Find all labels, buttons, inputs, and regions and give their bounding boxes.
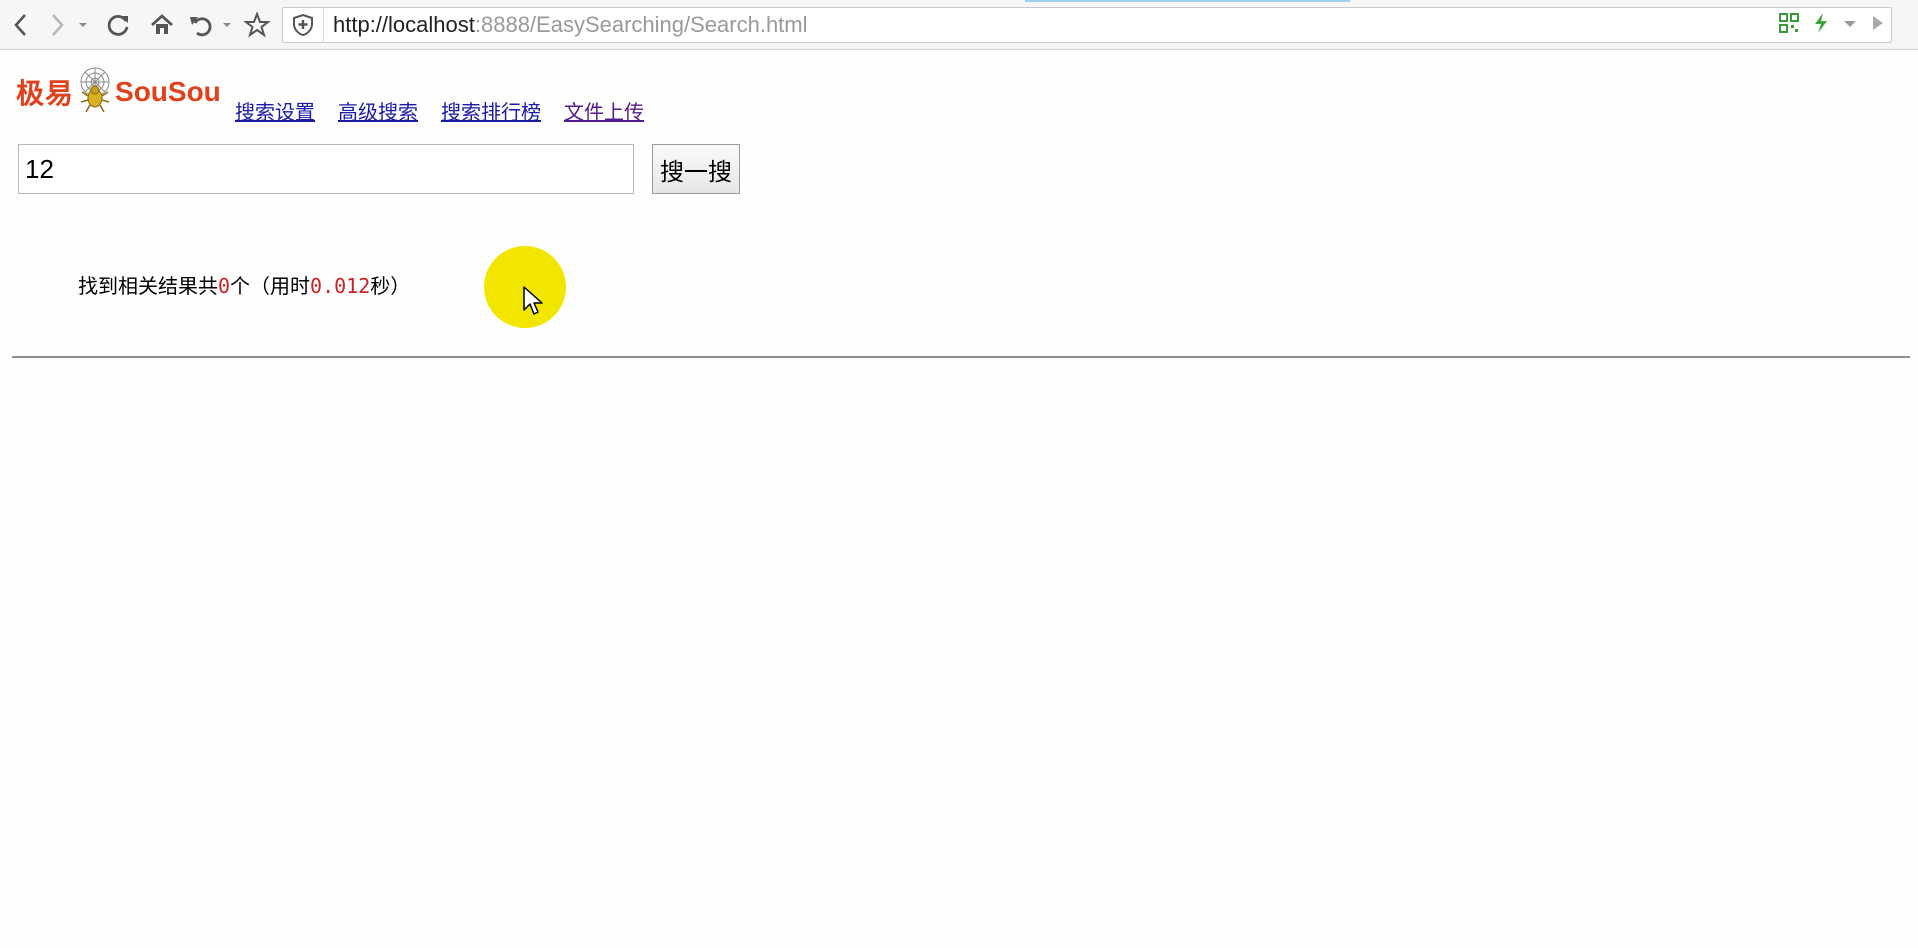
result-prefix: 找到相关结果共 xyxy=(78,274,218,298)
result-suffix: 秒） xyxy=(370,274,411,298)
site-logo[interactable]: 极易 SouSou xyxy=(16,66,221,118)
nav-link-search-settings[interactable]: 搜索设置 xyxy=(235,96,315,125)
shield-icon[interactable] xyxy=(283,8,324,42)
address-bar-actions xyxy=(1779,8,1885,42)
spider-web-icon xyxy=(78,66,112,119)
dropdown-icon[interactable] xyxy=(76,9,90,41)
result-summary: 找到相关结果共0个（用时0.012秒） xyxy=(78,270,410,299)
back-icon[interactable] xyxy=(6,9,36,41)
lightning-icon[interactable] xyxy=(1813,12,1829,39)
mouse-cursor-icon xyxy=(523,286,543,321)
undo-dropdown-icon[interactable] xyxy=(220,9,234,41)
qr-code-icon[interactable] xyxy=(1779,12,1799,38)
search-input[interactable] xyxy=(18,144,634,194)
nav-link-search-ranking[interactable]: 搜索排行榜 xyxy=(441,96,541,125)
undo-icon[interactable] xyxy=(186,9,216,41)
browser-toolbar: http://localhost:8888/EasySearching/Sear… xyxy=(0,0,1918,50)
reload-icon[interactable] xyxy=(102,9,134,41)
url-host: http://localhost xyxy=(333,12,475,37)
chevron-down-icon[interactable] xyxy=(1843,16,1857,34)
url-text[interactable]: http://localhost:8888/EasySearching/Sear… xyxy=(333,14,808,36)
bookmark-star-icon[interactable] xyxy=(241,9,273,41)
divider xyxy=(12,356,1910,358)
play-icon[interactable] xyxy=(1871,14,1885,37)
forward-icon[interactable] xyxy=(42,9,72,41)
logo-text-en: SouSou xyxy=(115,76,221,107)
nav-link-file-upload[interactable]: 文件上传 xyxy=(564,96,644,125)
tab-accent xyxy=(1025,0,1350,2)
search-button[interactable]: 搜一搜 xyxy=(652,144,740,194)
home-icon[interactable] xyxy=(146,9,178,41)
url-path: :8888/EasySearching/Search.html xyxy=(474,12,808,37)
top-nav: 搜索设置 高级搜索 搜索排行榜 文件上传 xyxy=(235,96,644,125)
result-time: 0.012 xyxy=(310,274,371,298)
result-mid: 个（用时 xyxy=(230,274,311,298)
result-count: 0 xyxy=(218,274,231,298)
address-bar[interactable]: http://localhost:8888/EasySearching/Sear… xyxy=(282,7,1892,43)
nav-link-advanced-search[interactable]: 高级搜索 xyxy=(338,96,418,125)
logo-text-cn: 极易 xyxy=(16,77,75,110)
